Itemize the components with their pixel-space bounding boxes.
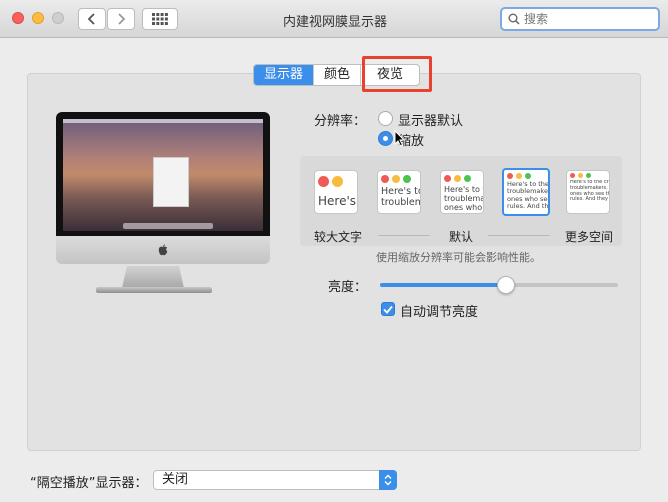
scale-option-default[interactable]: Here's to t troublemak ones who [440, 170, 484, 214]
thumb-dot [392, 175, 400, 183]
tab-bar: 显示器 颜色 夜览 [253, 64, 421, 86]
scale-option-4[interactable]: Here's to the c troublemakers. ones who … [502, 168, 550, 216]
thumb-dot [578, 173, 583, 178]
checkmark-icon [383, 305, 393, 314]
tab-night-shift[interactable]: 夜览 [361, 65, 419, 85]
airplay-select-value: 关闭 [162, 472, 189, 487]
thumb-text: Here's to the crazy troublemakers. the o… [570, 180, 609, 203]
apple-logo-icon [158, 244, 168, 256]
scale-label-default: 默认 [449, 230, 474, 244]
thumb-dot [507, 172, 513, 179]
airplay-select[interactable]: 关闭 [153, 470, 397, 490]
auto-brightness-label[interactable]: 自动调节亮度 [400, 301, 478, 320]
thumb-text: Here's to the c troublemakers. ones who … [507, 181, 550, 211]
minimize-button[interactable] [32, 12, 44, 24]
tab-color[interactable]: 颜色 [314, 65, 362, 85]
back-button[interactable] [78, 8, 106, 30]
screen-window [153, 157, 189, 207]
radio-default[interactable] [378, 111, 393, 126]
scale-label-larger-text: 较大文字 [314, 230, 363, 244]
thumb-dot [454, 174, 461, 182]
show-all-button[interactable] [142, 8, 178, 30]
thumb-dot [516, 172, 522, 179]
thumb-dot [525, 172, 531, 179]
imac-stand-base [96, 287, 212, 293]
search-field[interactable] [500, 7, 660, 31]
scaling-note: 使用缩放分辨率可能会影响性能。 [376, 251, 541, 264]
mouse-cursor-icon [394, 130, 405, 147]
tab-display[interactable]: 显示器 [254, 65, 315, 85]
window-title: 内建视网膜显示器 [282, 15, 387, 30]
auto-brightness-checkbox[interactable] [381, 302, 395, 316]
search-input[interactable] [524, 12, 644, 26]
thumb-text: Here's [318, 194, 357, 208]
thumb-dot [444, 174, 451, 182]
select-arrows-icon [379, 470, 397, 490]
imac-stand [122, 266, 184, 288]
scale-option-larger-text[interactable]: Here's [314, 170, 358, 214]
screen-menubar [63, 119, 263, 123]
imac-image [56, 112, 270, 264]
chevron-right-icon [118, 13, 126, 25]
thumb-dot [403, 175, 411, 183]
thumb-dot [332, 175, 343, 187]
imac-screen [63, 119, 263, 231]
thumb-dot [464, 174, 471, 182]
screen-dock [123, 223, 213, 229]
brightness-label: 亮度： [328, 280, 368, 295]
resolution-label: 分辨率： [314, 114, 367, 129]
radio-default-label[interactable]: 显示器默认 [398, 110, 463, 129]
thumb-dot [381, 175, 389, 183]
imac-chin [56, 236, 270, 264]
thumb-text: Here's to troublem [381, 187, 421, 208]
airplay-label: “隔空播放”显示器： [30, 476, 148, 491]
close-button[interactable] [12, 12, 24, 24]
thumb-dot [586, 173, 591, 178]
scale-divider [488, 235, 550, 236]
thumb-text: Here's to t troublemak ones who [444, 185, 483, 213]
search-icon [508, 13, 520, 25]
radio-scaled[interactable] [378, 131, 393, 146]
scale-option-more-space[interactable]: Here's to the crazy troublemakers. the o… [566, 170, 610, 214]
chevron-left-icon [87, 13, 95, 25]
thumb-dot [570, 173, 575, 178]
thumb-dot [318, 175, 329, 187]
zoom-button[interactable] [52, 12, 64, 24]
forward-button[interactable] [107, 8, 135, 30]
scale-option-2[interactable]: Here's to troublem [377, 170, 421, 214]
scale-label-more-space: 更多空间 [565, 230, 614, 244]
grid-icon [152, 13, 168, 25]
brightness-slider-knob[interactable] [497, 276, 516, 294]
scale-divider [378, 235, 430, 236]
brightness-slider-fill [380, 283, 507, 287]
title-bar: 内建视网膜显示器 [0, 0, 668, 38]
